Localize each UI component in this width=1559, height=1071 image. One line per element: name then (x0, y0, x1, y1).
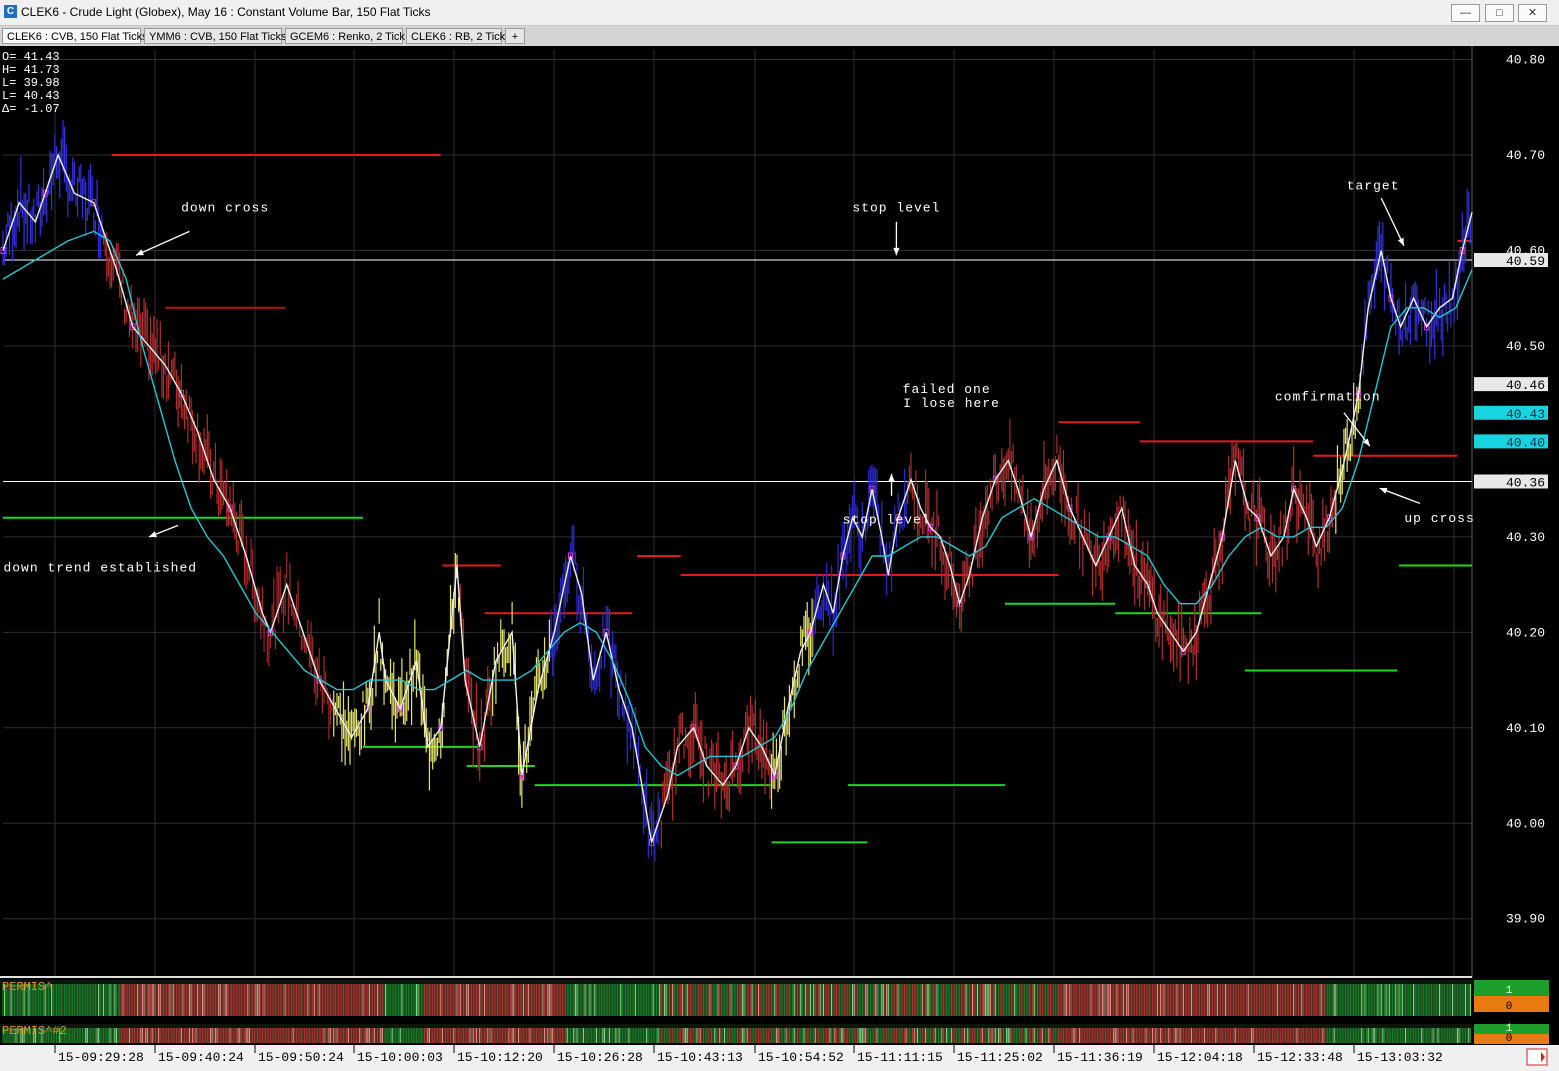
annotation-text: comfirmation (1275, 390, 1381, 405)
y-tick-label: 40.20 (1506, 625, 1545, 640)
annotation-text: down cross (181, 201, 269, 216)
price-axis-box-label: 40.59 (1506, 254, 1545, 269)
chart-canvas[interactable]: 40.8040.7040.6040.5040.3040.2040.1040.00… (0, 46, 1559, 1071)
price-axis-box-label: 40.36 (1506, 475, 1545, 490)
indicator-value-bottom: 0 (1506, 1001, 1513, 1013)
time-axis-label: 15-13:03:32 (1357, 1050, 1443, 1065)
ohlc-readout-line: O= 41.43 (2, 50, 60, 64)
time-axis-label: 15-09:40:24 (158, 1050, 244, 1065)
y-tick-label: 40.10 (1506, 721, 1545, 736)
y-tick-label: 40.80 (1506, 53, 1545, 68)
ohlc-readout-line: Δ= -1.07 (2, 102, 60, 116)
time-axis-label: 15-10:43:13 (657, 1050, 743, 1065)
price-axis-box-label: 40.43 (1506, 407, 1545, 422)
y-tick-label: 39.90 (1506, 912, 1545, 927)
title-bar: C CLEK6 - Crude Light (Globex), May 16 :… (0, 0, 1559, 26)
ohlc-readout-line: L= 40.43 (2, 89, 60, 103)
minimize-button[interactable]: — (1451, 4, 1480, 22)
time-axis-label: 15-11:36:19 (1057, 1050, 1143, 1065)
annotation-text: target (1347, 179, 1400, 194)
annotation-text: I lose here (903, 396, 1000, 411)
price-axis-box-label: 40.46 (1506, 378, 1545, 393)
chart-tab-bar: CLEK6 : CVB, 150 Flat Ticks YMM6 : CVB, … (0, 26, 1559, 47)
annotation-text: down trend established (3, 560, 197, 575)
time-axis-label: 15-09:29:28 (58, 1050, 144, 1065)
time-axis-label: 15-10:00:03 (357, 1050, 443, 1065)
price-axis-box-label: 40.40 (1506, 435, 1545, 450)
time-axis-label: 15-10:54:52 (758, 1050, 844, 1065)
y-tick-label: 40.30 (1506, 530, 1545, 545)
annotation-text: stop level (852, 201, 940, 216)
maximize-button[interactable]: □ (1485, 4, 1514, 22)
tab-clek6-cvb[interactable]: CLEK6 : CVB, 150 Flat Ticks (2, 28, 148, 44)
time-axis-label: 15-09:50:24 (258, 1050, 344, 1065)
ohlc-readout-line: H= 41.73 (2, 63, 60, 77)
annotation-text: up cross (1404, 511, 1474, 526)
indicator-value-bottom: 0 (1506, 1033, 1513, 1045)
annotation-text: stop level (843, 513, 931, 528)
y-tick-label: 40.70 (1506, 148, 1545, 163)
time-axis-label: 15-12:04:18 (1157, 1050, 1243, 1065)
time-axis-label: 15-10:26:28 (557, 1050, 643, 1065)
tab-clek6-rb[interactable]: CLEK6 : RB, 2 Tick (406, 28, 505, 44)
window-title: CLEK6 - Crude Light (Globex), May 16 : C… (21, 5, 431, 19)
annotation-text: failed one (903, 382, 991, 397)
y-tick-label: 40.50 (1506, 339, 1545, 354)
indicator-name: PERMIS^ (2, 980, 52, 994)
time-axis-label: 15-11:25:02 (957, 1050, 1043, 1065)
time-axis-label: 15-12:33:48 (1257, 1050, 1343, 1065)
time-axis-label: 15-10:12:20 (457, 1050, 543, 1065)
y-tick-label: 40.00 (1506, 816, 1545, 831)
time-axis-label: 15-11:11:15 (857, 1050, 943, 1065)
tab-gcem6-renko[interactable]: GCEM6 : Renko, 2 Tick (285, 28, 405, 44)
ohlc-readout-line: L= 39.98 (2, 76, 60, 90)
indicator-value-top: 1 (1506, 985, 1513, 997)
tab-ymm6-cvb[interactable]: YMM6 : CVB, 150 Flat Ticks (144, 28, 287, 44)
app-icon: C (4, 5, 17, 18)
add-tab-button[interactable]: + (505, 28, 525, 44)
close-button[interactable]: ✕ (1518, 4, 1547, 22)
indicator-name: PERMIS^#2 (2, 1024, 67, 1038)
